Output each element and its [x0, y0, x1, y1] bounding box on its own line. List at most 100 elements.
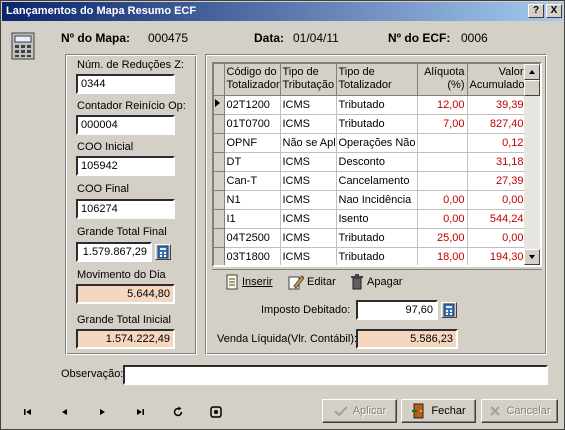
- row-indicator[interactable]: [214, 152, 225, 172]
- scroll-down-button[interactable]: [524, 249, 540, 265]
- cell-codigo[interactable]: 02T1200: [224, 95, 281, 115]
- cell-aliquota[interactable]: 25,00: [417, 228, 468, 248]
- cell-tipo-totalizador[interactable]: Operações Não I: [336, 133, 418, 153]
- cell-codigo[interactable]: I1: [224, 209, 281, 229]
- cell-tipo-totalizador[interactable]: Tributado: [336, 95, 418, 115]
- cell-tipo-tributacao[interactable]: Não se Apli: [280, 133, 337, 153]
- cell-valor[interactable]: 544,24: [467, 209, 527, 229]
- observacao-input[interactable]: [123, 365, 548, 385]
- cell-aliquota[interactable]: 7,00: [417, 114, 468, 134]
- reducoes-label: Núm. de Reduções Z:: [77, 59, 184, 71]
- cell-valor[interactable]: 0,00: [467, 228, 527, 248]
- cell-tipo-totalizador[interactable]: Nao Incidência: [336, 190, 418, 210]
- first-record-button[interactable]: [17, 404, 39, 420]
- cell-aliquota[interactable]: 18,00: [417, 247, 468, 265]
- row-indicator[interactable]: [214, 114, 225, 134]
- cell-valor[interactable]: 194,30: [467, 247, 527, 265]
- reinicio-input[interactable]: 000004: [76, 115, 175, 135]
- table-row[interactable]: Can-T ICMS Cancelamento 27,39: [214, 171, 527, 191]
- cell-codigo[interactable]: 04T2500: [224, 228, 281, 248]
- grid-vertical-scrollbar[interactable]: [524, 64, 540, 265]
- table-row[interactable]: I1 ICMS Isento 0,00 544,24: [214, 209, 527, 229]
- last-record-icon: [137, 409, 144, 415]
- table-row[interactable]: 04T2500 ICMS Tributado 25,00 0,00: [214, 228, 527, 248]
- cell-valor[interactable]: 0,12: [467, 133, 527, 153]
- col-header-aliquota[interactable]: Alíquota (%): [417, 64, 468, 96]
- next-record-button[interactable]: [91, 404, 113, 420]
- cell-tipo-tributacao[interactable]: ICMS: [280, 95, 337, 115]
- cell-tipo-totalizador[interactable]: Cancelamento: [336, 171, 418, 191]
- table-row[interactable]: 02T1200 ICMS Tributado 12,00 39,39: [214, 95, 527, 115]
- cell-aliquota[interactable]: [417, 133, 468, 153]
- editar-button[interactable]: Editar: [288, 273, 336, 291]
- imposto-calculator-button[interactable]: [441, 302, 457, 318]
- fechar-button[interactable]: Fechar: [401, 399, 476, 423]
- refresh-button[interactable]: [167, 404, 189, 420]
- cell-valor[interactable]: 31,18: [467, 152, 527, 172]
- last-record-button[interactable]: [129, 404, 151, 420]
- imposto-input[interactable]: 97,60: [356, 300, 438, 320]
- table-row[interactable]: 01T0700 ICMS Tributado 7,00 827,40: [214, 114, 527, 134]
- cell-codigo[interactable]: Can-T: [224, 171, 281, 191]
- table-row[interactable]: DT ICMS Desconto 31,18: [214, 152, 527, 172]
- cell-valor[interactable]: 27,39: [467, 171, 527, 191]
- cell-tipo-tributacao[interactable]: ICMS: [280, 171, 337, 191]
- cell-valor[interactable]: 0,00: [467, 190, 527, 210]
- coo-final-input[interactable]: 106274: [76, 199, 175, 219]
- cell-tipo-tributacao[interactable]: ICMS: [280, 152, 337, 172]
- cell-tipo-totalizador[interactable]: Tributado: [336, 247, 418, 265]
- help-button[interactable]: ?: [528, 4, 544, 18]
- row-indicator[interactable]: [214, 95, 225, 115]
- gt-final-label: Grande Total Final: [77, 226, 167, 238]
- cell-tipo-totalizador[interactable]: Tributado: [336, 114, 418, 134]
- close-button[interactable]: X: [546, 4, 562, 18]
- table-row[interactable]: OPNF Não se Apli Operações Não I 0,12: [214, 133, 527, 153]
- cell-tipo-totalizador[interactable]: Isento: [336, 209, 418, 229]
- cell-aliquota[interactable]: 0,00: [417, 209, 468, 229]
- totalizadores-grid[interactable]: Código do Totalizador Tipo de Tributação…: [212, 62, 542, 267]
- cell-aliquota[interactable]: 12,00: [417, 95, 468, 115]
- table-row[interactable]: 03T1800 ICMS Tributado 18,00 194,30: [214, 247, 527, 265]
- apply-icon: [333, 406, 348, 417]
- cell-aliquota[interactable]: [417, 152, 468, 172]
- gt-final-input[interactable]: 1.579.867,29: [76, 242, 152, 262]
- cell-tipo-tributacao[interactable]: ICMS: [280, 228, 337, 248]
- aplicar-button[interactable]: Aplicar: [322, 399, 397, 423]
- col-header-tipo-totalizador[interactable]: Tipo de Totalizador: [336, 64, 418, 96]
- col-header-valor[interactable]: Valor Acumulado: [467, 64, 527, 96]
- row-indicator[interactable]: [214, 171, 225, 191]
- col-header-tipo-tributacao[interactable]: Tipo de Tributação: [280, 64, 337, 96]
- cell-valor[interactable]: 827,40: [467, 114, 527, 134]
- gt-final-calculator-button[interactable]: [155, 244, 171, 260]
- cancelar-button[interactable]: Cancelar: [481, 399, 558, 423]
- cell-aliquota[interactable]: 0,00: [417, 190, 468, 210]
- coo-inicial-input[interactable]: 105942: [76, 156, 175, 176]
- print-button[interactable]: [205, 404, 227, 420]
- table-row[interactable]: N1 ICMS Nao Incidência 0,00 0,00: [214, 190, 527, 210]
- cell-codigo[interactable]: 01T0700: [224, 114, 281, 134]
- previous-record-button[interactable]: [54, 404, 76, 420]
- apagar-button[interactable]: Apagar: [350, 273, 402, 291]
- row-indicator[interactable]: [214, 247, 225, 265]
- cell-aliquota[interactable]: [417, 171, 468, 191]
- row-indicator[interactable]: [214, 209, 225, 229]
- cell-valor[interactable]: 39,39: [467, 95, 527, 115]
- cell-tipo-tributacao[interactable]: ICMS: [280, 190, 337, 210]
- scroll-thumb[interactable]: [524, 80, 540, 96]
- row-indicator[interactable]: [214, 190, 225, 210]
- cell-codigo[interactable]: 03T1800: [224, 247, 281, 265]
- cell-tipo-tributacao[interactable]: ICMS: [280, 114, 337, 134]
- scroll-up-button[interactable]: [524, 64, 540, 80]
- row-indicator[interactable]: [214, 133, 225, 153]
- cell-tipo-totalizador[interactable]: Tributado: [336, 228, 418, 248]
- inserir-button[interactable]: Inserir: [225, 273, 273, 291]
- cell-codigo[interactable]: OPNF: [224, 133, 281, 153]
- row-indicator[interactable]: [214, 228, 225, 248]
- cell-codigo[interactable]: DT: [224, 152, 281, 172]
- cell-tipo-totalizador[interactable]: Desconto: [336, 152, 418, 172]
- cell-codigo[interactable]: N1: [224, 190, 281, 210]
- cell-tipo-tributacao[interactable]: ICMS: [280, 247, 337, 265]
- reducoes-input[interactable]: 0344: [76, 74, 175, 94]
- cell-tipo-tributacao[interactable]: ICMS: [280, 209, 337, 229]
- col-header-codigo[interactable]: Código do Totalizador: [224, 64, 281, 96]
